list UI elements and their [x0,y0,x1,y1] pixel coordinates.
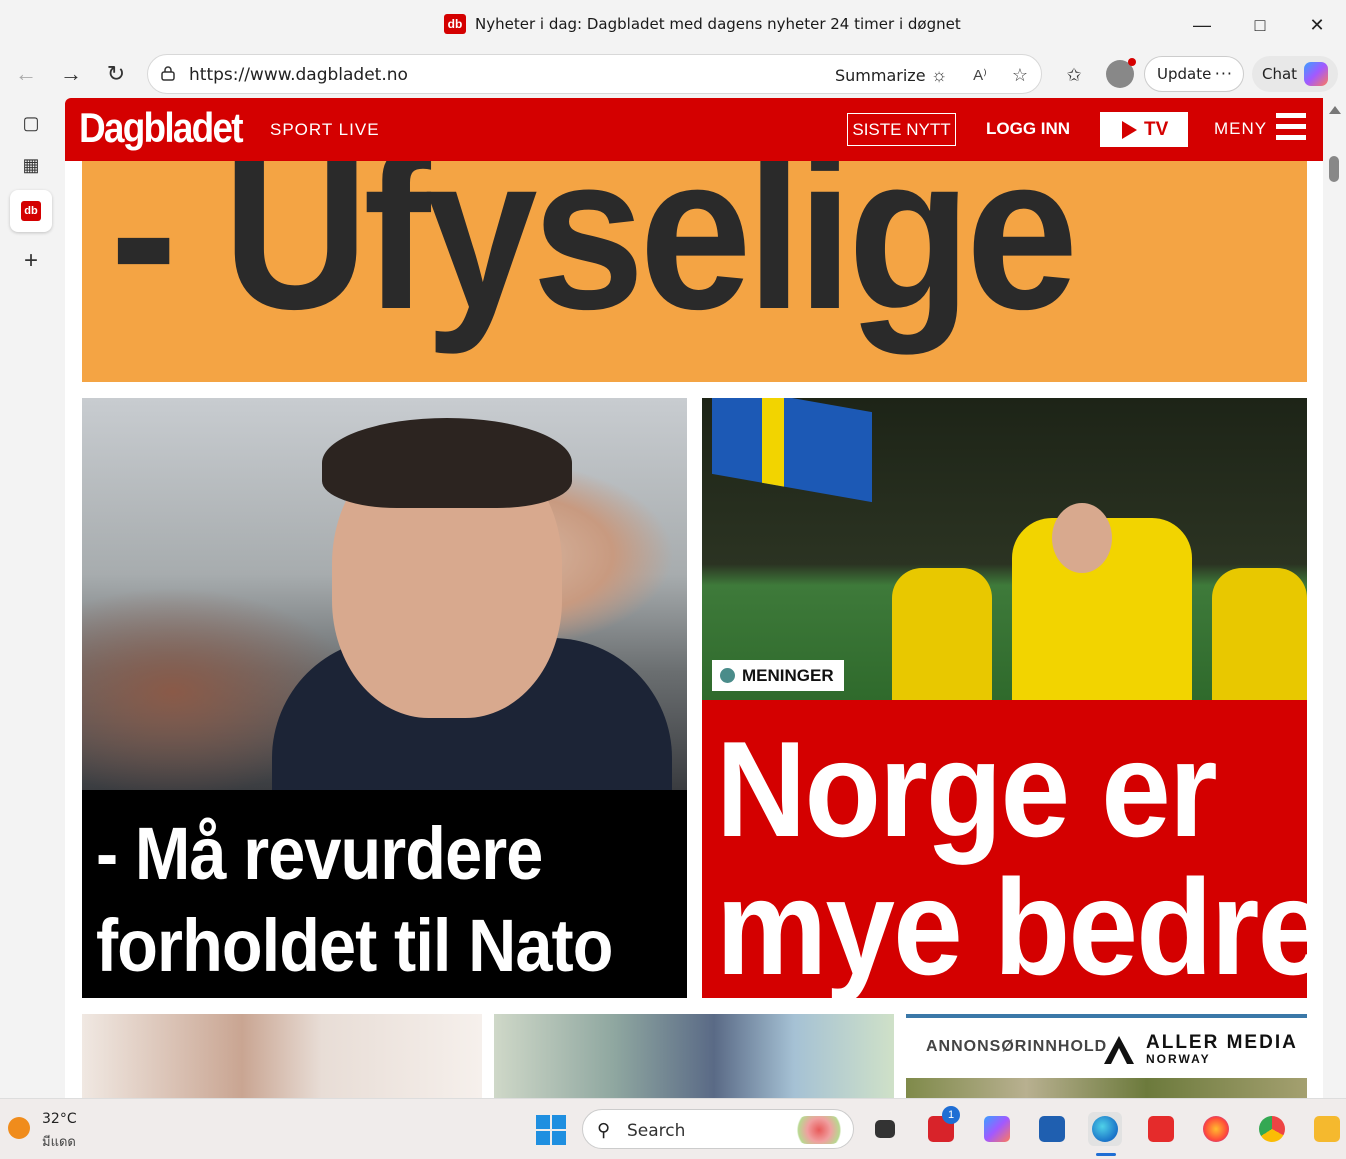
sponsored-card[interactable]: ANNONSØRINNHOLD ALLER MEDIA NORWAY [906,1014,1307,1098]
title-bar: db Nyheter i dag: Dagbladet med dagens n… [0,0,1346,50]
edge-icon[interactable] [1088,1112,1122,1146]
page-scrollbar[interactable] [1323,98,1346,1098]
active-app-indicator [1096,1153,1116,1156]
windows-taskbar: 32°C มีแดด ⚲ Search 1 [0,1098,1346,1159]
meninger-tag: MENINGER [712,660,844,691]
article-card-norge[interactable]: MENINGER Norge er mye bedre [702,398,1323,998]
copilot-summarize-icon[interactable]: ☼ [927,63,951,87]
url-text[interactable]: https://www.dagbladet.no [189,65,408,85]
search-highlight-icon [793,1116,845,1144]
minimize-button[interactable]: — [1182,10,1222,40]
sport-live-link[interactable]: SPORT LIVE [270,120,380,140]
favorites-icon[interactable]: ✩ [1061,62,1087,88]
article-thumbnail-2[interactable] [494,1014,894,1098]
update-button[interactable]: Update ··· [1144,56,1244,92]
dagbladet-logo[interactable]: Dagbladet [79,104,244,152]
play-icon [1122,121,1137,139]
dagbladet-tab-icon: db [21,201,41,221]
dagbladet-favicon: db [444,14,466,34]
tab-grid-icon[interactable]: ▦ [16,150,46,180]
top-story-headline[interactable]: - Ufyselige [110,161,1078,359]
sun-icon[interactable] [8,1117,30,1139]
update-label: Update [1157,65,1212,83]
add-tab-icon[interactable]: + [16,246,46,276]
search-icon: ⚲ [597,1120,611,1140]
headline-line-2: mye bedre [716,851,1323,1003]
taskbar-search[interactable]: ⚲ Search [582,1109,854,1149]
headline-line-1: - Må revurdere [96,812,543,895]
lock-icon[interactable] [160,65,176,81]
chat-button[interactable]: Chat [1252,56,1338,92]
article-headline-norge[interactable]: Norge er mye bedre [716,720,1323,996]
article-headline-nato[interactable]: - Må revurdere forholdet til Nato [96,808,627,992]
wps-office-icon[interactable] [1144,1112,1178,1146]
siste-nytt-button[interactable]: SISTE NYTT [847,113,956,146]
copilot-icon [1304,62,1328,86]
browser-toolbar: ← → ↻ https://www.dagbladet.no Summarize… [0,50,1346,98]
logg-inn-link[interactable]: LOGG INN [986,119,1070,139]
article-thumbnail-1[interactable] [82,1014,482,1098]
chat-label: Chat [1262,65,1298,83]
favorite-star-icon[interactable]: ☆ [1008,63,1032,87]
ad-label: ANNONSØRINNHOLD [926,1038,1108,1055]
profile-avatar[interactable] [1106,58,1136,88]
meninger-label: MENINGER [742,666,834,685]
dagbladet-tab[interactable]: db [10,190,52,232]
article-card-nato[interactable]: - Må revurdere forholdet til Nato [82,398,687,998]
notification-badge: 1 [942,1106,960,1124]
vertical-tabs-sidebar: ▢ ▦ db + [0,98,62,1098]
article-photo-football[interactable]: MENINGER [702,398,1307,700]
summarize-button[interactable]: Summarize [835,66,926,85]
aller-media-logo-icon [1104,1036,1134,1064]
scroll-up-icon[interactable] [1329,106,1341,114]
firefox-icon[interactable] [1199,1112,1233,1146]
line-app-icon[interactable]: 1 [924,1106,960,1146]
opinion-dot-icon [720,668,735,683]
store-icon[interactable] [1035,1112,1069,1146]
article-photo-politician[interactable] [82,398,687,790]
hamburger-menu-icon[interactable] [1276,113,1306,143]
address-bar[interactable]: https://www.dagbladet.no Summarize ☼ A⁾ … [147,54,1042,94]
more-options-icon[interactable]: ··· [1215,57,1233,91]
tab-actions-icon[interactable]: ▢ [16,108,46,138]
copilot-app-icon[interactable] [980,1112,1014,1146]
window-title: Nyheter i dag: Dagbladet med dagens nyhe… [475,15,961,33]
ad-brand-sub: NORWAY [1146,1052,1211,1066]
refresh-button[interactable]: ↻ [100,59,132,89]
site-header: Dagbladet SPORT LIVE SISTE NYTT LOGG INN… [65,98,1323,161]
top-story-banner[interactable]: - Ufyselige [82,161,1307,382]
ad-brand: ALLER MEDIA [1146,1032,1298,1053]
headline-line-1: Norge er [716,713,1218,865]
tv-label: TV [1144,119,1169,140]
file-explorer-icon[interactable] [1310,1112,1344,1146]
read-aloud-icon[interactable]: A⁾ [968,63,992,87]
search-placeholder: Search [627,1121,686,1141]
start-button[interactable] [536,1115,566,1145]
forward-button[interactable]: → [55,59,87,89]
headline-line-2: forholdet til Nato [96,904,613,987]
chrome-beta-icon[interactable] [1255,1112,1289,1146]
meny-label[interactable]: MENY [1214,119,1267,139]
scrollbar-thumb[interactable] [1329,156,1339,182]
tv-button[interactable]: TV [1100,112,1188,147]
weather-temperature[interactable]: 32°C [42,1111,77,1127]
weather-condition[interactable]: มีแดด [42,1131,76,1152]
back-button[interactable]: ← [10,59,42,89]
maximize-button[interactable]: □ [1240,10,1280,40]
page-viewport: Dagbladet SPORT LIVE SISTE NYTT LOGG INN… [65,98,1323,1098]
close-button[interactable]: ✕ [1297,10,1337,40]
task-view-icon[interactable] [868,1112,902,1146]
